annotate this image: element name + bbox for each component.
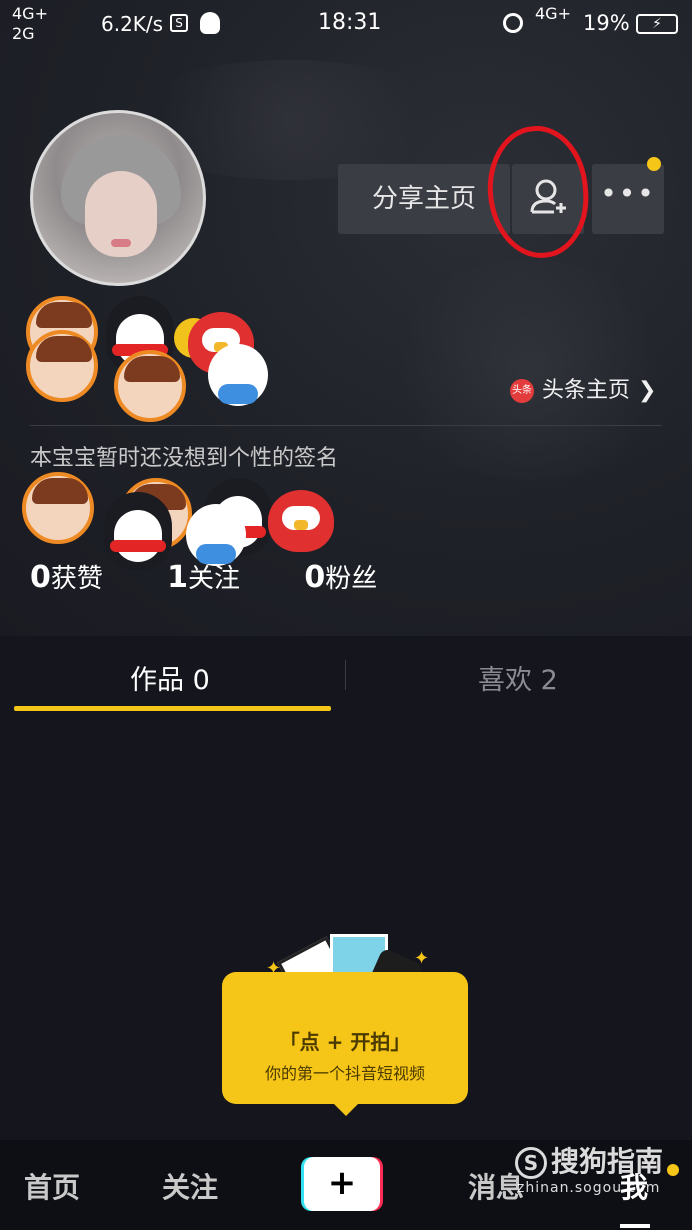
battery-icon: ⚡ [636,14,678,34]
boy-sticker [26,330,98,402]
nav-follow[interactable]: 关注 [162,1166,218,1206]
clock: 18:31 [318,10,382,35]
prompt-subtitle: 你的第一个抖音短视频 [264,1064,425,1083]
boy-sticker [114,350,186,422]
background-ink-texture [380,260,680,480]
chevron-right-icon: ❯ [638,378,657,403]
tab-likes[interactable]: 喜欢 2 [478,658,558,697]
duck-sticker [208,344,268,406]
sogou-logo-icon: S [515,1147,547,1179]
avatar-lips [111,239,131,247]
followers-stat[interactable]: 0粉丝 [304,560,405,595]
profile-stats: 0获赞 1关注 0粉丝 [30,558,433,595]
toutiao-icon: 头条 [510,379,534,403]
tab-separator [345,660,346,690]
active-tab-indicator [14,706,331,711]
avatar[interactable] [30,110,206,286]
likes-stat[interactable]: 0获赞 [30,560,131,595]
prompt-title: 「点 + 开拍」 [279,1030,411,1054]
tab-works[interactable]: 作品 0 [130,658,210,697]
sogou-watermark: S 搜狗指南 zhinan.sogou.com [515,1145,664,1196]
active-nav-indicator [620,1224,650,1228]
qq-icon [200,12,220,34]
duck-sticker [186,504,246,566]
status-bar: 4G+ 2G 6.2K/s S 18:31 4G+ 19% ⚡ [0,0,692,48]
create-video-button[interactable]: + [301,1157,383,1211]
nav-home[interactable]: 首页 [24,1166,80,1206]
first-video-prompt[interactable]: 「点 + 开拍」 你的第一个抖音短视频 [222,972,468,1116]
s-app-icon: S [170,14,188,32]
network-indicator: 4G+ 2G [12,4,48,43]
alarm-icon [503,13,523,33]
bird-sticker [268,490,334,552]
toutiao-label: 头条主页 [542,378,631,403]
notification-dot [647,157,661,171]
sparkle-icon: ✦ [414,948,430,969]
share-profile-button[interactable]: 分享主页 [338,164,510,234]
boy-sticker [22,472,94,544]
network-indicator-right: 4G+ [535,4,571,23]
following-stat[interactable]: 1关注 [167,560,268,595]
profile-tabs: 作品 0 喜欢 2 [0,636,692,716]
divider [30,425,662,426]
more-button[interactable]: ••• [592,164,664,234]
battery-percentage: 19% [583,11,630,35]
toutiao-homepage-link[interactable]: 头条 头条主页 ❯ [510,372,657,403]
profile-signature: 本宝宝暂时还没想到个性的签名 [30,446,339,471]
plus-icon: + [304,1157,380,1211]
network-speed: 6.2K/s [101,12,164,36]
